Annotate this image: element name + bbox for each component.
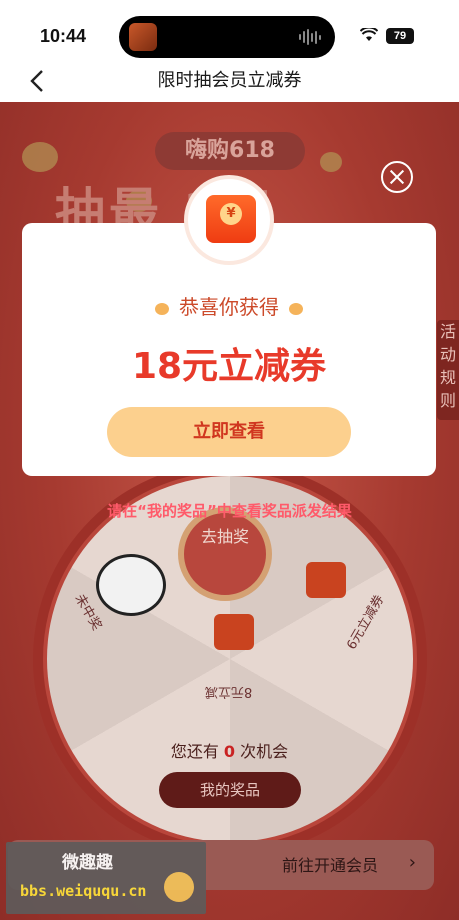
- audio-wave-icon: [299, 28, 321, 46]
- view-now-button[interactable]: 立即查看: [107, 407, 351, 457]
- watermark-title: 微趣趣: [62, 853, 113, 873]
- wheel-segment-label: 8元立减: [205, 684, 253, 699]
- battery-icon: 79: [386, 28, 414, 44]
- page-title: 限时抽会员立减券: [157, 70, 302, 91]
- congrats-heading: 恭喜你获得: [22, 291, 436, 320]
- prize-badge: ¥: [184, 175, 274, 265]
- envelope-icon: [214, 614, 254, 650]
- red-envelope-icon: ¥: [206, 195, 256, 243]
- sparkle-icon: [155, 302, 169, 315]
- prize-notice: 请在“我的奖品”中查看奖品派发结果: [107, 502, 352, 520]
- chevron-right-icon: ›: [408, 852, 416, 873]
- clock: 10:44: [40, 26, 87, 46]
- site-watermark: 微趣趣 bbs.weiququ.cn: [6, 842, 206, 914]
- nav-bar: 限时抽会员立减券: [0, 62, 459, 102]
- status-bar: 10:44 79: [0, 0, 459, 62]
- panda-icon: [96, 554, 166, 616]
- my-prizes-button[interactable]: 我的奖品: [159, 772, 301, 808]
- wifi-icon: [360, 28, 378, 41]
- close-icon[interactable]: [381, 161, 413, 193]
- envelope-icon: [306, 562, 346, 598]
- draw-button-label: 去抽奖: [200, 527, 249, 546]
- chance-count: 0: [223, 742, 236, 761]
- prize-name: 18元立减券: [131, 346, 327, 387]
- watermark-url: bbs.weiququ.cn: [20, 882, 147, 900]
- dynamic-island: [119, 16, 335, 58]
- rules-tab[interactable]: 活动规则: [437, 320, 459, 420]
- now-playing-thumbnail: [129, 23, 157, 51]
- mascot-icon: [164, 872, 194, 902]
- event-tag: 嗨购618: [155, 132, 305, 170]
- membership-link[interactable]: 前往开通会员: [282, 852, 378, 876]
- coin-decoration: [320, 152, 342, 172]
- sparkle-icon: [289, 302, 303, 315]
- coin-decoration: [22, 142, 58, 172]
- remaining-chances: 您还有 0 次机会: [170, 742, 289, 761]
- draw-button[interactable]: 去抽奖: [178, 507, 272, 601]
